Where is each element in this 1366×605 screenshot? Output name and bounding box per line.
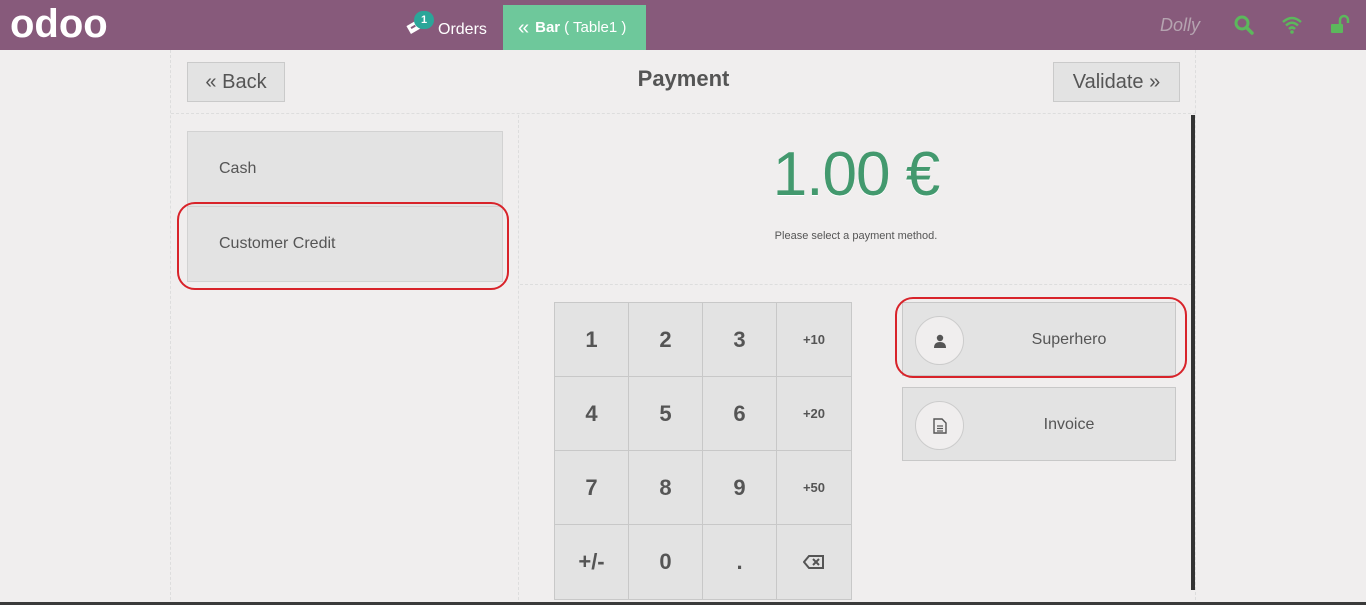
numpad-key-7[interactable]: 7 — [555, 451, 629, 525]
numpad-key-plus50[interactable]: +50 — [777, 451, 851, 525]
set-customer-button[interactable]: Superhero — [902, 302, 1176, 376]
page-title: Payment — [637, 66, 730, 91]
numpad-key-2[interactable]: 2 — [629, 303, 703, 377]
active-order-tab[interactable]: « Bar ( Table1 ) — [503, 5, 646, 50]
orders-button[interactable]: 1 Orders — [398, 5, 498, 49]
odoo-logo: odoo — [10, 5, 108, 45]
payment-amount: 1.00 € — [772, 140, 940, 209]
numpad-key-plus-minus[interactable]: +/- — [555, 525, 629, 599]
payment-screen: « Back Payment Validate » Cash Customer … — [170, 50, 1196, 605]
numpad-key-plus20[interactable]: +20 — [777, 377, 851, 451]
numpad-key-5[interactable]: 5 — [629, 377, 703, 451]
orders-label: Orders — [438, 21, 487, 38]
pos-topbar: odoo 1 Orders « Bar ( Table1 ) Dolly — [0, 0, 1366, 50]
numpad-key-8[interactable]: 8 — [629, 451, 703, 525]
numpad-key-plus10[interactable]: +10 — [777, 303, 851, 377]
numpad-key-6[interactable]: 6 — [703, 377, 777, 451]
scrollbar[interactable] — [1191, 115, 1195, 590]
payment-header: « Back Payment Validate » — [171, 50, 1196, 114]
numpad-key-3[interactable]: 3 — [703, 303, 777, 377]
amount-area: 1.00 € Please select a payment method. — [520, 115, 1192, 285]
wifi-icon[interactable] — [1281, 14, 1303, 36]
double-chevron-left-icon: « — [518, 16, 530, 39]
payment-method-customer-credit[interactable]: Customer Credit — [187, 206, 503, 282]
numpad: 1 2 3 +10 4 5 6 +20 7 8 9 +50 +/- 0 . — [554, 302, 852, 600]
order-table: ( Table1 ) — [564, 19, 627, 36]
numpad-key-1[interactable]: 1 — [555, 303, 629, 377]
numpad-key-0[interactable]: 0 — [629, 525, 703, 599]
user-icon — [915, 316, 964, 365]
order-name: Bar — [535, 19, 561, 36]
payment-methods-panel: Cash Customer Credit — [171, 115, 519, 605]
search-icon[interactable] — [1233, 14, 1255, 36]
payment-hint: Please select a payment method. — [774, 230, 938, 242]
payment-details-panel: 1.00 € Please select a payment method. 1… — [520, 115, 1196, 605]
orders-count-badge: 1 — [414, 11, 434, 29]
backspace-icon — [803, 555, 824, 569]
numpad-key-dot[interactable]: . — [703, 525, 777, 599]
validate-button[interactable]: Validate » — [1053, 62, 1180, 102]
numpad-backspace[interactable] — [777, 525, 851, 599]
document-icon — [915, 401, 964, 450]
customer-name: Superhero — [1031, 331, 1107, 348]
invoice-button[interactable]: Invoice — [902, 387, 1176, 461]
cashier-name[interactable]: Dolly — [1160, 15, 1200, 36]
numpad-key-9[interactable]: 9 — [703, 451, 777, 525]
svg-text:odoo: odoo — [10, 5, 108, 45]
numpad-key-4[interactable]: 4 — [555, 377, 629, 451]
unlock-icon[interactable] — [1329, 14, 1351, 36]
invoice-label: Invoice — [1043, 416, 1095, 433]
payment-method-cash[interactable]: Cash — [187, 131, 503, 207]
